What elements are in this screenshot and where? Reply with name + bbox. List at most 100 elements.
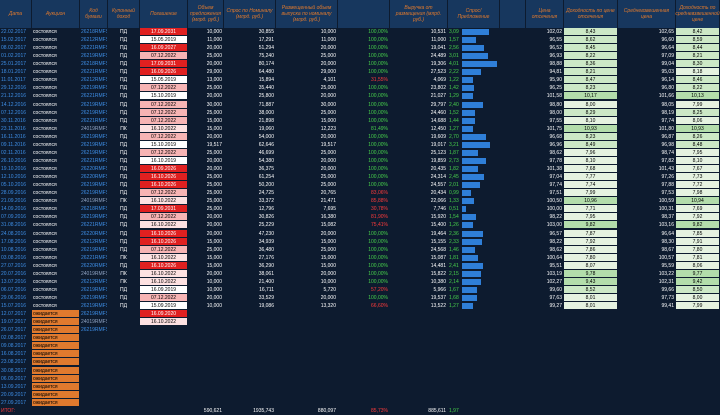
empty-cell[interactable]: [500, 390, 526, 399]
offer-cell[interactable]: 20,000: [188, 269, 224, 278]
status-cell[interactable]: ожидается: [32, 326, 80, 335]
date-cell[interactable]: 29.12.2016: [0, 84, 32, 93]
empty-cell[interactable]: [224, 318, 276, 327]
empty-cell[interactable]: [338, 374, 390, 383]
status-cell[interactable]: ожидается: [32, 382, 80, 391]
coupon-cell[interactable]: ПД: [108, 245, 140, 254]
date-cell[interactable]: 14.09.2016: [0, 205, 32, 214]
demand-cell[interactable]: 62,646: [224, 140, 276, 149]
empty-cell[interactable]: [526, 326, 564, 335]
coupon-cell[interactable]: ПД: [108, 60, 140, 69]
wavg-price-cell[interactable]: 96,98: [618, 140, 676, 149]
empty-cell[interactable]: [448, 326, 500, 335]
wavg-yield-cell[interactable]: 7,81: [676, 253, 720, 262]
date-cell[interactable]: 19.07.2017: [0, 318, 32, 327]
bond-code-cell[interactable]: 26220RMFS: [80, 173, 108, 182]
offer-cell[interactable]: 19,517: [188, 140, 224, 149]
empty-cell[interactable]: [188, 350, 224, 359]
maturity-cell[interactable]: 16.10.2026: [140, 237, 188, 246]
blank-cell[interactable]: [500, 197, 526, 206]
ratio-cell[interactable]: 1,82: [448, 165, 500, 174]
empty-cell[interactable]: [224, 390, 276, 399]
bond-code-cell[interactable]: [80, 350, 108, 359]
coupon-cell[interactable]: ПД: [108, 140, 140, 149]
date-cell[interactable]: 29.06.2016: [0, 293, 32, 302]
maturity-cell[interactable]: 16.10.2022: [140, 221, 188, 230]
empty-cell[interactable]: [390, 334, 448, 343]
blank-cell[interactable]: [500, 116, 526, 125]
coupon-cell[interactable]: [108, 374, 140, 383]
empty-cell[interactable]: [564, 342, 618, 351]
wavg-price-cell[interactable]: 101,80: [618, 124, 676, 133]
empty-cell[interactable]: [500, 366, 526, 375]
wavg-price-cell[interactable]: 98,37: [618, 213, 676, 222]
placed-pct-cell[interactable]: 100,00%: [338, 181, 390, 190]
empty-cell[interactable]: [338, 334, 390, 343]
status-cell[interactable]: состоялся: [32, 229, 80, 238]
status-cell[interactable]: состоялся: [32, 181, 80, 190]
wavg-price-cell[interactable]: 98,19: [618, 108, 676, 117]
maturity-cell[interactable]: [140, 398, 188, 407]
date-cell[interactable]: 03.08.2016: [0, 253, 32, 262]
wavg-yield-cell[interactable]: 8,59: [676, 36, 720, 45]
empty-cell[interactable]: [338, 342, 390, 351]
coupon-cell[interactable]: ПД: [108, 116, 140, 125]
date-cell[interactable]: 20.07.2016: [0, 269, 32, 278]
placed-cell[interactable]: 25,000: [276, 108, 338, 117]
status-cell[interactable]: состоялся: [32, 237, 80, 246]
ratio-cell[interactable]: 1,42: [448, 84, 500, 93]
cut-yield-cell[interactable]: 8,36: [564, 60, 618, 69]
date-cell[interactable]: 22.02.2017: [0, 28, 32, 36]
status-cell[interactable]: ожидается: [32, 310, 80, 319]
coupon-cell[interactable]: [108, 310, 140, 319]
bond-code-cell[interactable]: 26219RMFS: [80, 181, 108, 190]
offer-cell[interactable]: 25,000: [188, 148, 224, 157]
coupon-cell[interactable]: [108, 382, 140, 391]
wavg-yield-cell[interactable]: 8,18: [676, 68, 720, 77]
empty-cell[interactable]: [448, 382, 500, 391]
date-cell[interactable]: 09.11.2016: [0, 140, 32, 149]
placed-pct-cell[interactable]: 100,00%: [338, 261, 390, 270]
blank-cell[interactable]: [500, 165, 526, 174]
empty-cell[interactable]: [276, 390, 338, 399]
offer-cell[interactable]: 15,000: [188, 261, 224, 270]
offer-cell[interactable]: 25,000: [188, 173, 224, 182]
bond-code-cell[interactable]: 26219RMFS: [80, 100, 108, 109]
cut-yield-cell[interactable]: 8,23: [564, 84, 618, 93]
wavg-yield-cell[interactable]: 7,98: [676, 189, 720, 198]
offer-cell[interactable]: 20,000: [188, 213, 224, 222]
cut-price-cell[interactable]: 103,00: [526, 221, 564, 230]
offer-cell[interactable]: 25,000: [188, 189, 224, 198]
wavg-price-cell[interactable]: 97,74: [618, 116, 676, 125]
wavg-price-cell[interactable]: 96,60: [618, 36, 676, 45]
cut-yield-cell[interactable]: 8,22: [564, 52, 618, 61]
empty-cell[interactable]: [338, 310, 390, 319]
coupon-cell[interactable]: ПД: [108, 261, 140, 270]
empty-cell[interactable]: [618, 390, 676, 399]
placed-cell[interactable]: 25,000: [276, 84, 338, 93]
wavg-price-cell[interactable]: 97,26: [618, 173, 676, 182]
status-cell[interactable]: состоялся: [32, 173, 80, 182]
wavg-yield-cell[interactable]: 7,80: [676, 245, 720, 254]
revenue-cell[interactable]: 19,041: [390, 44, 448, 53]
bond-code-cell[interactable]: 26221RMFS: [80, 92, 108, 101]
maturity-cell[interactable]: [140, 350, 188, 359]
status-cell[interactable]: состоялся: [32, 261, 80, 270]
demand-cell[interactable]: 27,176: [224, 253, 276, 262]
maturity-cell[interactable]: 16.10.2022: [140, 318, 188, 327]
placed-cell[interactable]: 15,000: [276, 116, 338, 125]
coupon-cell[interactable]: ПД: [108, 302, 140, 311]
status-cell[interactable]: ожидается: [32, 366, 80, 375]
coupon-cell[interactable]: ПД: [108, 36, 140, 45]
offer-cell[interactable]: 29,000: [188, 68, 224, 77]
empty-cell[interactable]: [276, 366, 338, 375]
status-cell[interactable]: состоялся: [32, 189, 80, 198]
header-maturity[interactable]: Погашение: [140, 0, 188, 28]
cut-yield-cell[interactable]: 7,92: [564, 237, 618, 246]
coupon-cell[interactable]: ПК: [108, 124, 140, 133]
cut-yield-cell[interactable]: 9,43: [564, 277, 618, 286]
demand-cell[interactable]: 64,480: [224, 68, 276, 77]
ratio-cell[interactable]: 2,36: [448, 229, 500, 238]
totals-ratio[interactable]: 1,97: [448, 406, 500, 415]
wavg-price-cell[interactable]: 101,43: [618, 165, 676, 174]
